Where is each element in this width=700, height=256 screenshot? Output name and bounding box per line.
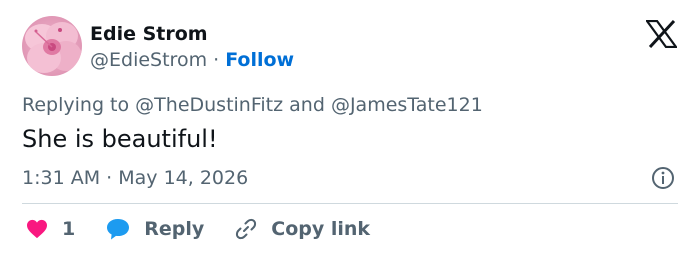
author-name[interactable]: Edie Strom xyxy=(90,22,208,46)
hibiscus-avatar-image xyxy=(22,16,82,76)
copy-link-button[interactable]: Copy link xyxy=(234,217,370,241)
like-button[interactable]: 1 xyxy=(26,218,75,240)
reply-joiner: and xyxy=(289,94,325,116)
divider xyxy=(22,203,678,204)
avatar[interactable] xyxy=(22,16,82,76)
reply-button[interactable]: Reply xyxy=(105,217,204,241)
action-bar: 1 Reply Copy link xyxy=(22,214,370,244)
author-handle[interactable]: @EdieStrom xyxy=(90,49,207,71)
reply-label: Reply xyxy=(144,218,205,240)
tweet-text: She is beautiful! xyxy=(22,125,218,153)
chat-bubble-icon xyxy=(107,219,130,240)
timestamp[interactable]: 1:31 AM · May 14, 2026 xyxy=(22,166,248,190)
tweet-date: May 14, 2026 xyxy=(118,167,249,189)
reply-user-link[interactable]: @JamesTate121 xyxy=(331,94,483,116)
copy-link-label: Copy link xyxy=(271,218,371,240)
replying-to: Replying to @TheDustinFitz and @JamesTat… xyxy=(22,93,483,117)
handle-separator: · xyxy=(213,49,220,71)
date-separator: · xyxy=(106,167,113,189)
tweet-time: 1:31 AM xyxy=(22,167,101,189)
heart-icon xyxy=(27,219,47,239)
handle-row: @EdieStrom · Follow xyxy=(90,48,294,72)
link-icon xyxy=(236,218,257,240)
reply-prefix: Replying to xyxy=(22,94,130,116)
like-count: 1 xyxy=(62,218,76,240)
x-logo-icon[interactable] xyxy=(646,20,677,48)
reply-user-link[interactable]: @TheDustinFitz xyxy=(135,94,283,116)
follow-button[interactable]: Follow xyxy=(225,49,294,71)
info-icon[interactable] xyxy=(651,166,675,190)
